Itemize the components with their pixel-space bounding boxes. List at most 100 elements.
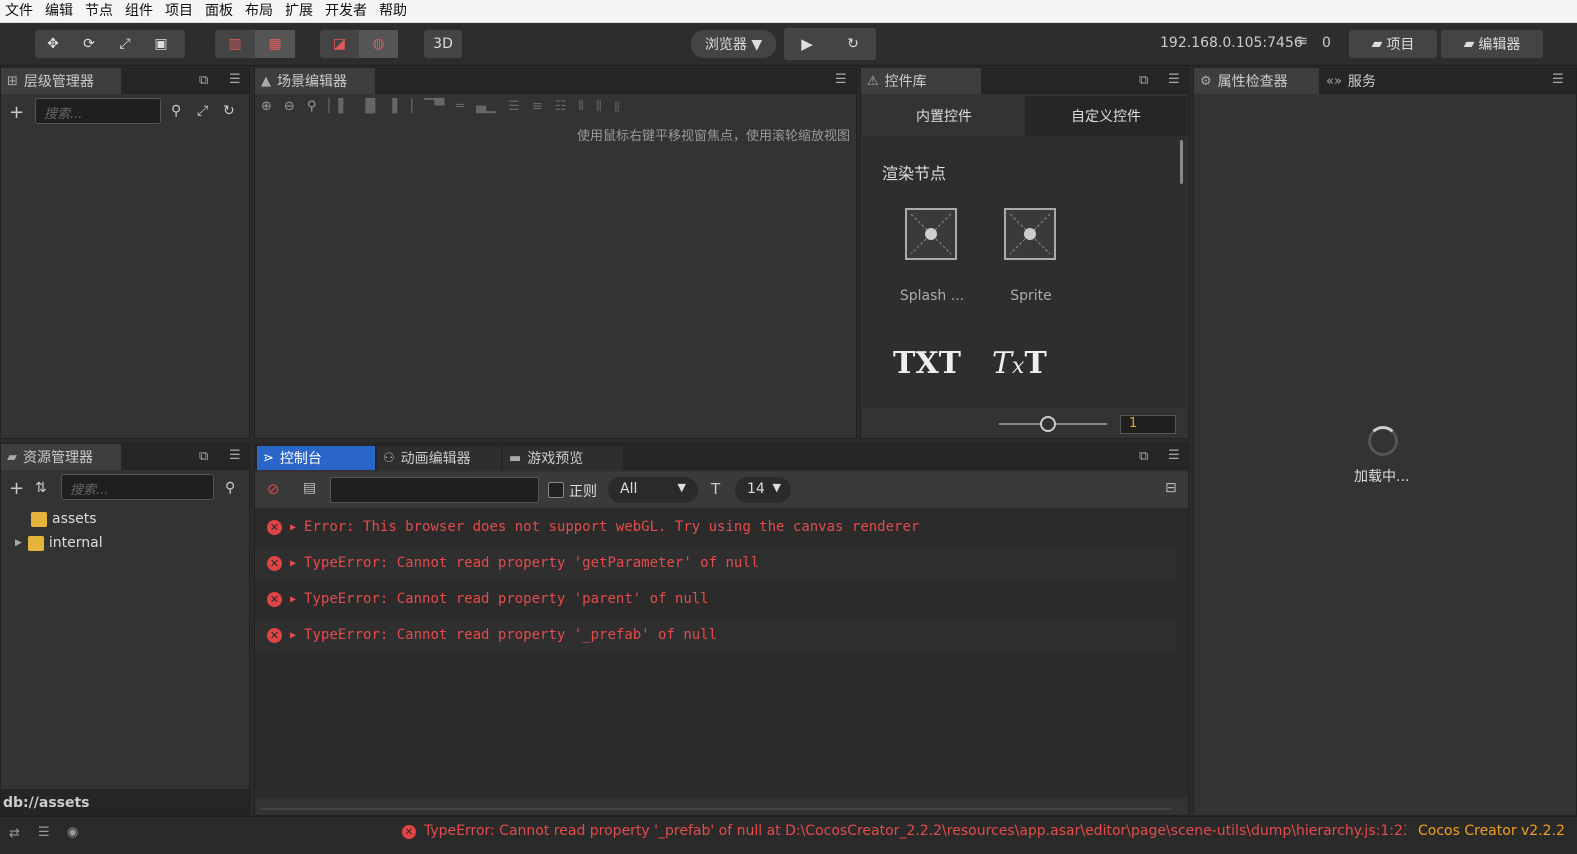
horizontal-scrollbar[interactable] bbox=[261, 808, 1171, 810]
popout-icon[interactable]: ⧉ bbox=[1139, 449, 1148, 464]
tab-game-preview[interactable]: ▬ 游戏预览 bbox=[503, 446, 623, 470]
database-icon[interactable]: ☰ bbox=[38, 825, 50, 840]
widget-scrollbar[interactable] bbox=[1180, 140, 1183, 184]
align-top-icon[interactable]: ▔▀ bbox=[424, 99, 444, 114]
zoom-in-icon[interactable]: ⊕ bbox=[261, 99, 272, 114]
move-tool-icon[interactable]: ✥ bbox=[35, 30, 71, 58]
rotate-tool-icon[interactable]: ⟳ bbox=[71, 30, 107, 58]
collapse-icon[interactable]: ⊟ bbox=[1165, 480, 1177, 496]
zoom-out-icon[interactable]: ⊖ bbox=[284, 99, 295, 114]
refresh-icon[interactable]: ↻ bbox=[223, 103, 235, 119]
expand-arrow-icon[interactable]: ▶ bbox=[290, 558, 296, 569]
tab-assets[interactable]: ▰ 资源管理器 bbox=[1, 444, 121, 470]
menu-project[interactable]: 项目 bbox=[160, 0, 200, 23]
zoom-slider-handle[interactable] bbox=[1040, 416, 1056, 432]
expand-arrow-icon[interactable]: ▶ bbox=[290, 522, 296, 533]
log-entry[interactable]: ✕ ▶ Error: This browser does not support… bbox=[255, 510, 1176, 544]
sprite-icon[interactable] bbox=[1004, 208, 1056, 260]
expand-icon[interactable]: ⤢ bbox=[197, 103, 208, 119]
add-node-icon[interactable]: + bbox=[9, 102, 24, 123]
distribute-top-icon[interactable]: ☰ bbox=[508, 99, 520, 114]
open-project-button[interactable]: ▰ 项目 bbox=[1349, 30, 1437, 58]
splash-icon[interactable] bbox=[905, 208, 957, 260]
menu-panel[interactable]: 面板 bbox=[200, 0, 240, 23]
browser-select[interactable]: 浏览器 ▼ bbox=[691, 30, 776, 58]
distribute-right-icon[interactable]: ⫵ bbox=[614, 99, 620, 114]
label-widget-icon[interactable]: TXT bbox=[893, 346, 961, 381]
panel-menu-icon[interactable]: ☰ bbox=[1552, 72, 1564, 87]
tab-console[interactable]: ⋗ 控制台 bbox=[257, 446, 375, 470]
expand-arrow-icon[interactable]: ▶ bbox=[15, 538, 22, 548]
scale-tool-icon[interactable]: ⤢ bbox=[107, 30, 143, 58]
tab-services[interactable]: «» 服务 bbox=[1320, 68, 1400, 94]
distribute-bottom-icon[interactable]: ☷ bbox=[555, 99, 567, 114]
panel-menu-icon[interactable]: ☰ bbox=[1168, 448, 1180, 463]
sort-icon[interactable]: ⇅ bbox=[35, 480, 47, 496]
toggle-3d-button[interactable]: 3D bbox=[424, 30, 462, 58]
log-entry[interactable]: ✕ ▶ TypeError: Cannot read property 'get… bbox=[255, 546, 1176, 580]
align-left-icon[interactable]: ▏▌ bbox=[328, 99, 348, 114]
menu-node[interactable]: 节点 bbox=[80, 0, 120, 23]
clear-icon[interactable]: ⊘ bbox=[267, 480, 280, 498]
play-icon[interactable]: ▶ bbox=[784, 28, 830, 60]
tab-builtin-widgets[interactable]: 内置控件 bbox=[863, 96, 1025, 136]
tab-custom-widgets[interactable]: 自定义控件 bbox=[1025, 96, 1187, 136]
pivot-mode-icon[interactable]: ▥ bbox=[215, 30, 255, 58]
menu-extension[interactable]: 扩展 bbox=[280, 0, 320, 23]
distribute-hcenter-icon[interactable]: ⫼ bbox=[596, 99, 602, 114]
menu-layout[interactable]: 布局 bbox=[240, 0, 280, 23]
hierarchy-search-input[interactable]: 搜索... bbox=[35, 98, 161, 124]
status-error-message[interactable]: TypeError: Cannot read property '_prefab… bbox=[424, 823, 1406, 843]
filter-input[interactable] bbox=[330, 477, 539, 503]
assets-search-input[interactable]: 搜索... bbox=[61, 474, 214, 500]
open-log-file-icon[interactable]: ▤ bbox=[303, 480, 316, 496]
search-icon[interactable]: ⚲ bbox=[225, 480, 235, 496]
menu-developer[interactable]: 开发者 bbox=[320, 0, 374, 23]
tree-item-assets[interactable]: assets bbox=[31, 511, 97, 527]
expand-arrow-icon[interactable]: ▶ bbox=[290, 630, 296, 641]
panel-menu-icon[interactable]: ☰ bbox=[229, 448, 241, 463]
tab-widgets[interactable]: ⚠ 控件库 bbox=[861, 68, 981, 94]
font-size-select[interactable]: 14 ▼ bbox=[735, 477, 791, 503]
popout-icon[interactable]: ⧉ bbox=[199, 449, 208, 464]
sync-icon[interactable]: ⇄ bbox=[9, 826, 20, 841]
align-bottom-icon[interactable]: ▄▁ bbox=[476, 99, 496, 114]
popout-icon[interactable]: ⧉ bbox=[199, 73, 208, 88]
tab-animation[interactable]: ⚇ 动画编辑器 bbox=[377, 446, 501, 470]
log-entry[interactable]: ✕ ▶ TypeError: Cannot read property 'par… bbox=[255, 582, 1176, 616]
align-right-icon[interactable]: ▌▕ bbox=[392, 99, 412, 114]
distribute-vcenter-icon[interactable]: ≡ bbox=[532, 99, 543, 114]
panel-menu-icon[interactable]: ☰ bbox=[229, 72, 241, 87]
menu-file[interactable]: 文件 bbox=[0, 0, 40, 23]
search-icon[interactable]: ⚲ bbox=[171, 103, 181, 119]
local-coord-icon[interactable]: ◪ bbox=[320, 30, 359, 58]
log-entry[interactable]: ✕ ▶ TypeError: Cannot read property '_pr… bbox=[255, 618, 1176, 652]
menu-component[interactable]: 组件 bbox=[120, 0, 160, 23]
services-title: 服务 bbox=[1347, 74, 1376, 90]
global-coord-icon[interactable]: ◍ bbox=[359, 30, 398, 58]
log-level-select[interactable]: All ▼ bbox=[608, 477, 698, 503]
zoom-input[interactable]: 1 bbox=[1120, 415, 1176, 434]
tab-scene[interactable]: ▲ 场景编辑器 bbox=[255, 68, 375, 94]
tree-item-internal[interactable]: ▶ internal bbox=[15, 535, 103, 551]
expand-arrow-icon[interactable]: ▶ bbox=[290, 594, 296, 605]
open-editor-button[interactable]: ▰ 编辑器 bbox=[1441, 30, 1543, 58]
tab-hierarchy[interactable]: ⊞ 层级管理器 bbox=[1, 68, 121, 94]
regex-checkbox[interactable] bbox=[548, 482, 564, 498]
menu-edit[interactable]: 编辑 bbox=[40, 0, 80, 23]
eye-icon[interactable]: ◉ bbox=[67, 825, 78, 840]
distribute-left-icon[interactable]: ⫴ bbox=[578, 99, 583, 114]
add-asset-icon[interactable]: + bbox=[9, 478, 24, 499]
popout-icon[interactable]: ⧉ bbox=[1139, 73, 1148, 88]
align-hcenter-icon[interactable]: ▐▌ bbox=[360, 99, 380, 114]
rect-tool-icon[interactable]: ▣ bbox=[143, 30, 179, 58]
tab-inspector[interactable]: ⚙ 属性检查器 bbox=[1194, 68, 1319, 94]
refresh-icon[interactable]: ↻ bbox=[830, 28, 876, 60]
center-mode-icon[interactable]: ▦ bbox=[255, 30, 295, 58]
panel-menu-icon[interactable]: ☰ bbox=[835, 72, 847, 87]
panel-menu-icon[interactable]: ☰ bbox=[1168, 72, 1180, 87]
menu-help[interactable]: 帮助 bbox=[374, 0, 414, 23]
align-vcenter-icon[interactable]: ═ bbox=[456, 99, 464, 114]
richtext-widget-icon[interactable]: TxT bbox=[992, 346, 1047, 381]
zoom-reset-icon[interactable]: ⚲ bbox=[307, 99, 317, 114]
